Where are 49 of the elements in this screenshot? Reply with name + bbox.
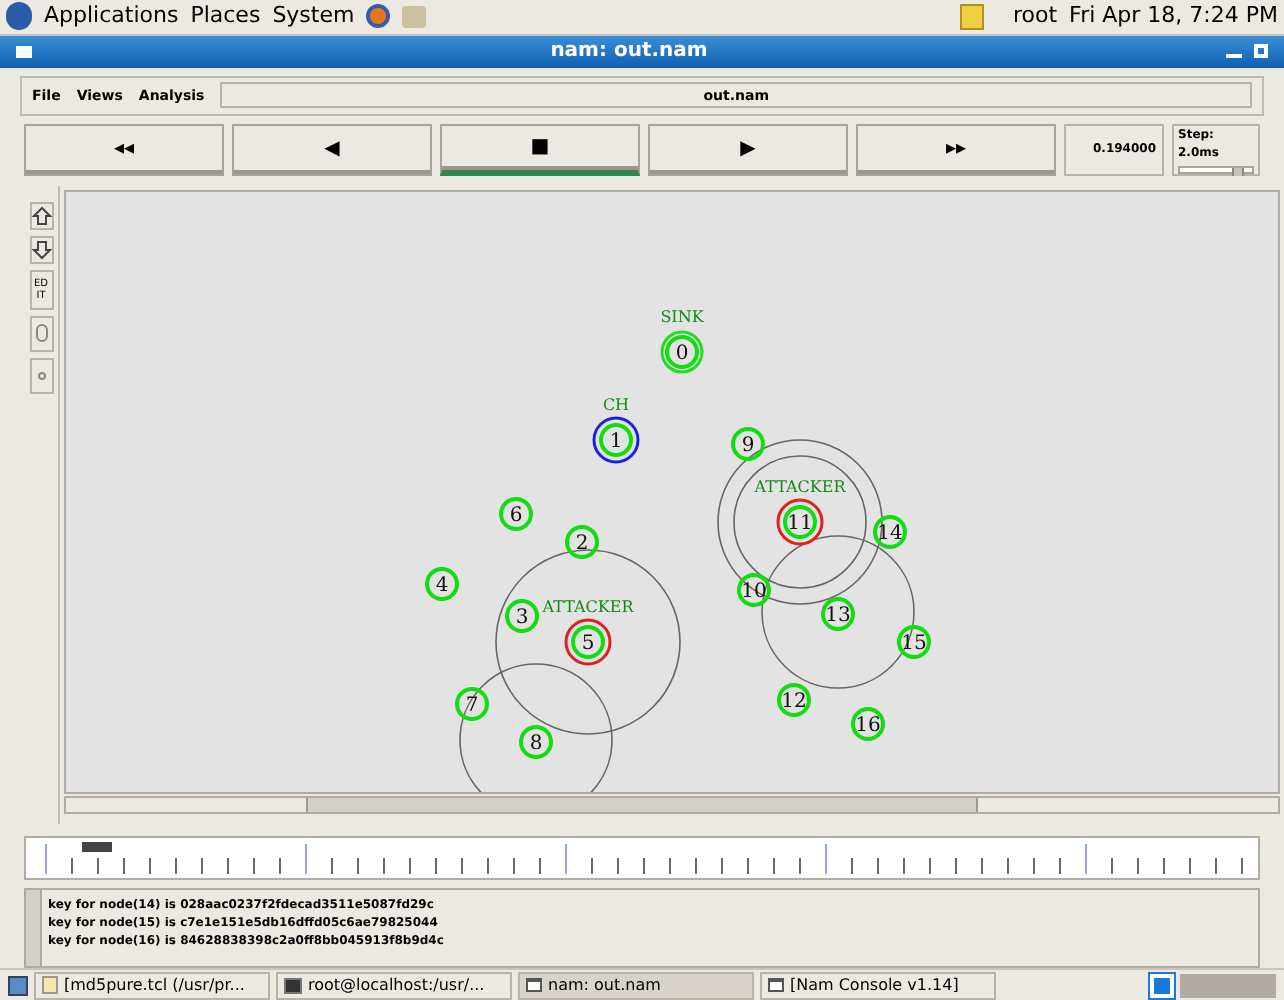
timeline-ruler[interactable] [24, 836, 1260, 881]
sensor-node: 3 [505, 598, 539, 633]
sensor-node: 2 [565, 524, 599, 559]
horizontal-scrollbar[interactable] [64, 795, 1280, 814]
sensor-node: 14 [873, 514, 907, 549]
taskbar-button[interactable]: nam: out.nam [518, 971, 754, 1000]
sensor-node: 12 [777, 682, 811, 717]
editor-icon [42, 976, 58, 995]
playback-button[interactable]: ▸▸ [856, 123, 1056, 176]
playback-button[interactable]: ▶ [648, 123, 848, 176]
sensor-node: 6 [499, 496, 533, 531]
taskbar-button[interactable]: root@localhost:/usr/... [276, 971, 512, 1000]
sensor-node: 4 [425, 566, 459, 601]
user-name: root [1012, 0, 1058, 33]
vertical-scrollbar[interactable] [26, 890, 42, 967]
sensor-node: 16 [851, 706, 885, 741]
circle-tool-button[interactable] [29, 357, 53, 394]
time-marker-icon[interactable] [82, 842, 112, 853]
minimize-icon[interactable] [1226, 53, 1242, 58]
show-desktop-icon[interactable] [8, 975, 28, 996]
playback-button[interactable]: ◂◂ [24, 123, 224, 176]
terminal-icon [284, 977, 302, 994]
sensor-node: 8 [519, 724, 553, 759]
window-title: nam: out.nam [548, 38, 710, 67]
sensor-node: 9 [731, 426, 765, 461]
sensor-node: 15 [897, 624, 931, 659]
maximize-icon[interactable] [1254, 44, 1268, 59]
sensor-node: 11 ATTACKER [754, 477, 846, 546]
sensor-node: 5 ATTACKER [542, 597, 634, 666]
window-menu-icon[interactable] [16, 45, 32, 58]
zoom-out-button[interactable] [29, 235, 53, 264]
panel-menu[interactable]: Places [190, 0, 261, 34]
playback-button[interactable]: ◀ [232, 123, 432, 176]
clock[interactable]: Fri Apr 18, 7:24 PM [1069, 0, 1278, 34]
panel-menu[interactable]: Applications [44, 0, 179, 34]
sensor-node: 13 [821, 596, 855, 631]
browser-icon[interactable] [366, 4, 391, 29]
workspace-switcher-icon[interactable] [1150, 973, 1174, 998]
taskbar-button[interactable]: [md5pure.tcl (/usr/pr... [34, 971, 270, 1000]
window-icon [526, 978, 542, 993]
zoom-in-button[interactable] [29, 201, 53, 230]
taskbar-button[interactable]: [Nam Console v1.14] [760, 971, 996, 1000]
workspace-switcher[interactable] [1180, 973, 1276, 998]
window-icon [768, 978, 784, 993]
step-slider[interactable] [1178, 165, 1254, 174]
panel-menu[interactable]: System [272, 0, 355, 34]
sensor-node: 7 [455, 686, 489, 721]
playback-button[interactable]: ■ [440, 123, 640, 176]
circle-tool-button[interactable] [29, 315, 53, 352]
